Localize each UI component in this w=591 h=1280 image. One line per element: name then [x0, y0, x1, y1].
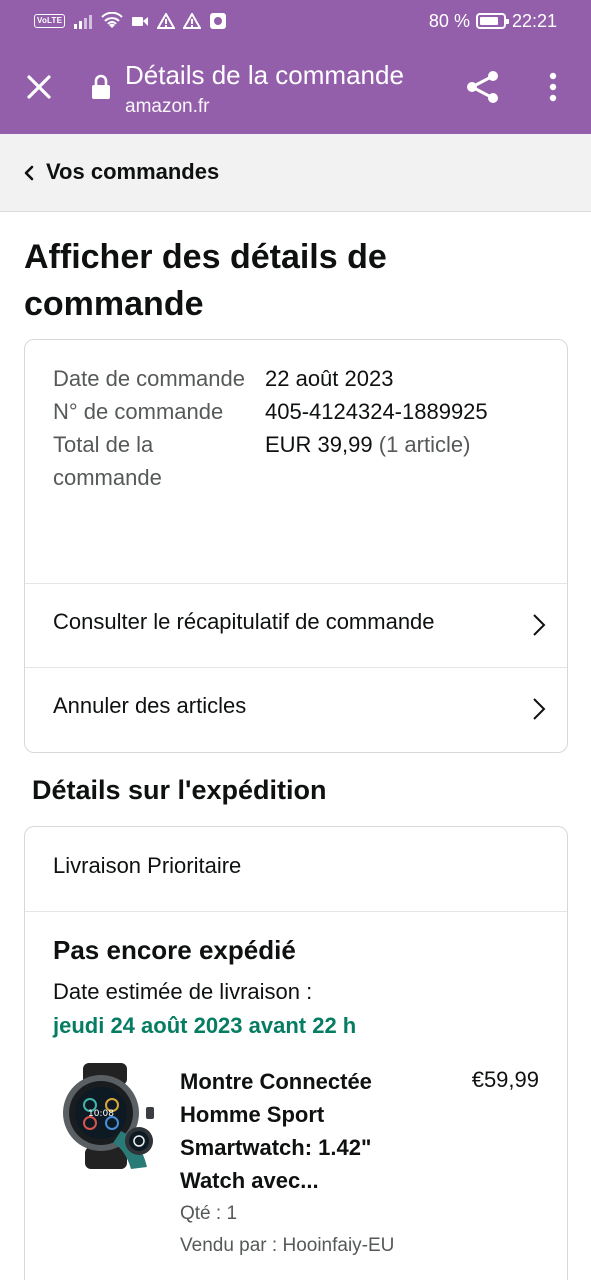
- shipment-status: Pas encore expédié: [53, 935, 296, 965]
- order-summary-card: Date de commande 22 août 2023 N° de comm…: [24, 339, 568, 753]
- page-url-domain[interactable]: amazon.fr: [125, 96, 209, 118]
- battery-percent: 80 %: [428, 10, 470, 31]
- browser-top-bar: VoLTE 80 % 22:21 Détails de la commande …: [0, 0, 591, 134]
- order-date-label: Date de commande: [53, 366, 245, 391]
- watch-face-time: 10:08: [88, 1109, 114, 1119]
- divider: [25, 911, 567, 912]
- video-camera-icon: [132, 17, 149, 26]
- more-vert-icon[interactable]: [538, 68, 568, 106]
- order-number-value: 405-4124324-1889925: [265, 399, 488, 424]
- order-number-label: N° de commande: [53, 399, 224, 424]
- battery-icon: [475, 13, 509, 29]
- cancel-items-label: Annuler des articles: [53, 693, 247, 718]
- view-order-summary-label: Consulter le récapitulatif de commande: [53, 609, 435, 634]
- product-price: €59,99: [471, 1067, 539, 1092]
- order-total-value: EUR 39,99: [265, 432, 373, 457]
- order-item-count: (1 article): [372, 432, 471, 457]
- seller-info: Vendu par : Hooinfaiy-EU: [180, 1235, 395, 1256]
- browser-toolbar: Détails de la commande amazon.fr: [0, 42, 591, 134]
- product-image[interactable]: 10:08: [51, 1061, 161, 1171]
- order-number-row: N° de commande 405-4124324-1889925: [53, 395, 543, 428]
- status-bar: VoLTE 80 % 22:21: [0, 0, 591, 42]
- order-total-row: Total de la commande EUR 39,99 (1 articl…: [53, 428, 543, 494]
- page-title: Afficher des détails de commande: [24, 238, 387, 323]
- warning-icon: [183, 13, 202, 29]
- order-total-value-wrap: EUR 39,99 (1 article): [265, 428, 470, 494]
- signal-icon: [74, 15, 93, 29]
- wifi-icon: [101, 12, 123, 28]
- delivery-estimate-date: jeudi 24 août 2023 avant 22 h: [53, 1013, 357, 1038]
- app-notification-icon: [210, 13, 227, 29]
- order-date-value: 22 août 2023: [265, 366, 394, 391]
- back-nav[interactable]: Vos commandes: [0, 134, 591, 212]
- chevron-right-icon: [533, 614, 546, 636]
- back-link-your-orders[interactable]: Vos commandes: [46, 159, 219, 185]
- view-order-summary-link[interactable]: Consulter le récapitulatif de commande: [25, 583, 567, 667]
- warning-icon: [157, 13, 176, 29]
- share-icon[interactable]: [464, 68, 502, 106]
- order-date-row: Date de commande 22 août 2023: [53, 362, 543, 395]
- chevron-right-icon: [533, 698, 546, 720]
- lock-icon: [92, 74, 110, 99]
- shipment-card: Livraison Prioritaire Pas encore expédié…: [24, 826, 568, 1280]
- order-details: Date de commande 22 août 2023 N° de comm…: [53, 362, 543, 494]
- cancel-items-link[interactable]: Annuler des articles: [25, 667, 567, 751]
- delivery-estimate-label: Date estimée de livraison :: [53, 979, 313, 1004]
- volte-badge: VoLTE: [34, 14, 66, 28]
- product-title-link[interactable]: Montre Connectée Homme Sport Smartwatch:…: [180, 1065, 430, 1197]
- chevron-left-icon: [24, 165, 34, 181]
- page-url-title[interactable]: Détails de la commande: [125, 60, 404, 91]
- shipping-method: Livraison Prioritaire: [53, 853, 242, 878]
- product-quantity: Qté : 1: [180, 1203, 238, 1224]
- clock: 22:21: [511, 10, 557, 31]
- status-right: 80 % 22:21: [429, 8, 557, 34]
- close-icon[interactable]: [22, 70, 56, 104]
- shipment-section-title: Détails sur l'expédition: [32, 775, 327, 805]
- order-total-label: Total de la commande: [53, 432, 162, 490]
- status-left-icons: VoLTE: [34, 10, 227, 32]
